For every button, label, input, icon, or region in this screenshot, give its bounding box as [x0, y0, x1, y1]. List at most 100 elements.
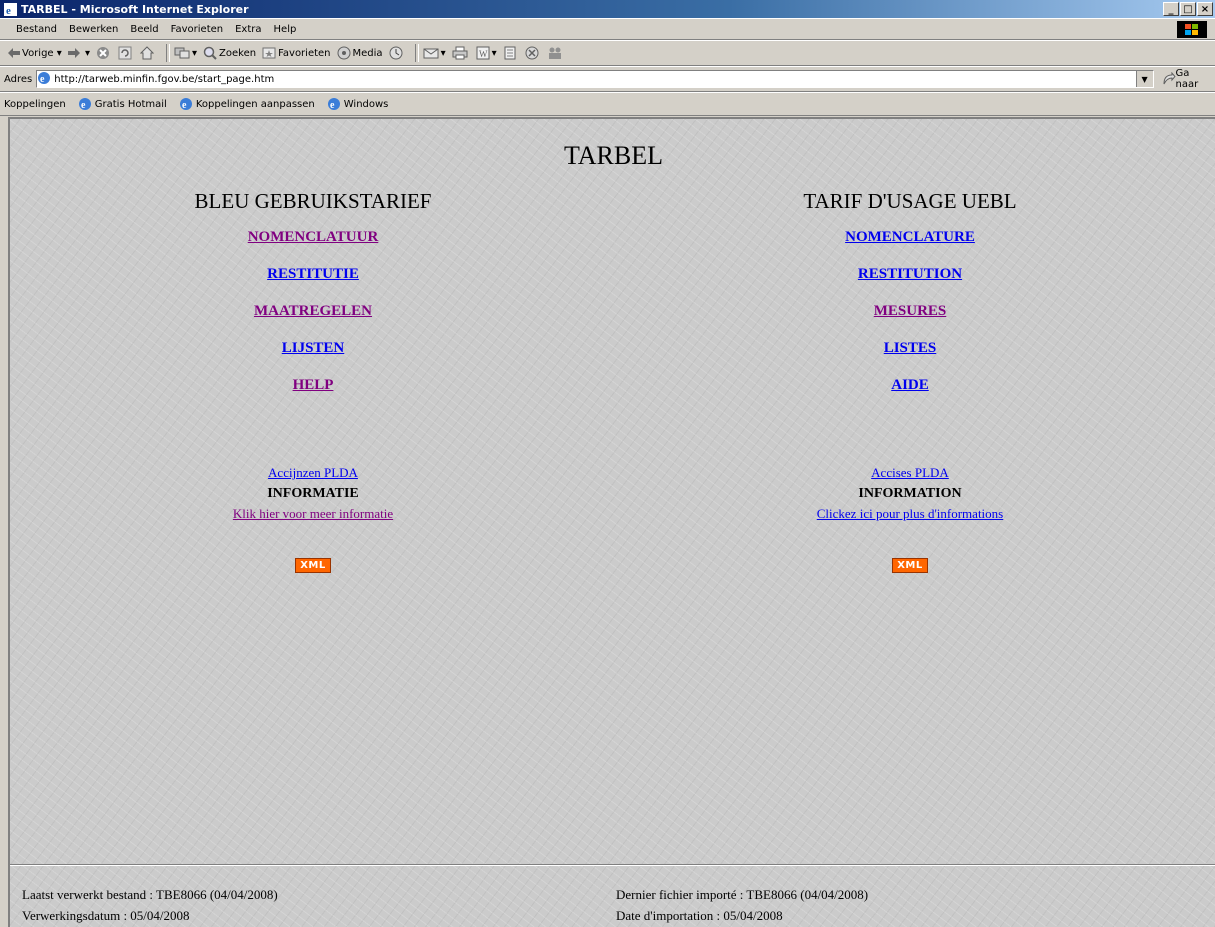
menu-item-beeld[interactable]: Beeld — [124, 24, 164, 35]
page-icon: e — [37, 71, 51, 88]
left-heading: BLEU GEBRUIKSTARIEF — [194, 189, 432, 213]
link-nomenclature[interactable]: NOMENCLATURE — [610, 226, 1210, 263]
window-title: TARBEL - Microsoft Internet Explorer — [21, 2, 249, 16]
maximize-button[interactable]: □ — [1180, 2, 1196, 16]
page-icon: e — [78, 98, 91, 111]
menu-bar: Bestand Bewerken Beeld Favorieten Extra … — [0, 18, 1215, 40]
toolbar-separator — [165, 44, 170, 62]
menu-item-favorieten[interactable]: Favorieten — [165, 24, 229, 35]
menu-item-bestand[interactable]: Bestand — [10, 24, 63, 35]
history-icon — [389, 46, 403, 60]
print-icon — [452, 46, 468, 60]
links-bar: Koppelingen e Gratis Hotmail e Koppeling… — [0, 92, 1215, 116]
processing-date: Verwerkingsdatum : 05/04/2008 — [22, 908, 190, 923]
back-button[interactable]: Vorige ▾ — [8, 48, 62, 59]
home-button[interactable] — [139, 46, 156, 60]
menu-item-bewerken[interactable]: Bewerken — [63, 24, 124, 35]
messenger-icon — [525, 46, 539, 60]
word-edit-icon: W — [476, 46, 490, 60]
link-maatregelen[interactable]: MAATREGELEN — [10, 300, 616, 337]
link-plus-informations[interactable]: Clickez ici pour plus d'informations — [817, 506, 1003, 521]
search-label: Zoeken — [219, 47, 257, 59]
page-content: TARBEL BLEU GEBRUIKSTARIEF NOMENCLATUUR … — [8, 117, 1215, 927]
favorites-button[interactable]: Favorieten — [262, 46, 331, 60]
svg-text:W: W — [479, 49, 488, 59]
media-button[interactable]: Media — [337, 46, 383, 60]
home-icon — [139, 46, 154, 60]
link-meer-informatie[interactable]: Klik hier voor meer informatie — [233, 506, 393, 521]
history-button[interactable] — [389, 46, 405, 60]
mail-icon — [423, 48, 439, 59]
print-button[interactable] — [452, 46, 470, 60]
close-button[interactable]: × — [1197, 2, 1213, 16]
footer-right: Dernier fichier importé : TBE8066 (04/04… — [616, 884, 868, 926]
search-button[interactable]: Zoeken — [203, 46, 256, 60]
messenger-button[interactable] — [525, 46, 541, 60]
stop-button[interactable] — [96, 46, 112, 60]
discuss-icon — [174, 47, 190, 59]
toolbar-separator — [414, 44, 419, 62]
link-restitution[interactable]: RESTITUTION — [610, 263, 1210, 300]
notes-icon — [504, 46, 516, 60]
menu-item-help[interactable]: Help — [268, 24, 303, 35]
link-label: Windows — [343, 98, 389, 110]
go-arrow-icon — [1163, 72, 1176, 85]
edit-button[interactable]: W ▾ — [476, 46, 497, 60]
address-bar: Adres e http://tarweb.minfin.fgov.be/sta… — [0, 66, 1215, 92]
link-koppelingen-aanpassen[interactable]: e Koppelingen aanpassen — [179, 97, 315, 111]
media-icon — [337, 46, 351, 60]
right-info-heading: INFORMATION — [858, 486, 962, 501]
link-help[interactable]: HELP — [10, 374, 616, 411]
minimize-button[interactable]: _ — [1163, 2, 1179, 16]
link-gratis-hotmail[interactable]: e Gratis Hotmail — [78, 97, 167, 111]
link-mesures[interactable]: MESURES — [610, 300, 1210, 337]
svg-text:e: e — [40, 74, 45, 85]
link-listes[interactable]: LISTES — [610, 337, 1210, 374]
link-lijsten[interactable]: LIJSTEN — [10, 337, 616, 374]
windows-logo-icon — [1177, 21, 1207, 38]
page-icon: e — [327, 98, 340, 111]
mail-button[interactable]: ▾ — [423, 46, 446, 60]
research-button[interactable] — [547, 46, 565, 60]
discuss-button[interactable]: ▾ — [174, 46, 197, 60]
footer-left: Laatst verwerkt bestand : TBE8066 (04/04… — [22, 884, 278, 926]
links-label: Koppelingen — [4, 98, 66, 110]
svg-text:e: e — [81, 100, 86, 111]
address-input[interactable]: e http://tarweb.minfin.fgov.be/start_pag… — [36, 70, 1154, 88]
left-column: BLEU GEBRUIKSTARIEF NOMENCLATUUR RESTITU… — [10, 189, 616, 573]
go-button[interactable]: Ga naar — [1162, 68, 1215, 90]
link-nomenclatuur[interactable]: NOMENCLATUUR — [10, 226, 616, 263]
last-imported-file: Dernier fichier importé : TBE8066 (04/04… — [616, 887, 869, 902]
xml-feed-button[interactable]: XML — [295, 558, 331, 573]
favorites-label: Favorieten — [278, 47, 331, 59]
media-label: Media — [352, 47, 383, 59]
refresh-icon — [118, 46, 132, 60]
last-processed-file: Laatst verwerkt bestand : TBE8066 (04/04… — [22, 887, 278, 902]
ie-logo-icon: e — [3, 2, 17, 16]
forward-button[interactable]: ▾ — [67, 48, 90, 59]
address-dropdown-icon[interactable]: ▼ — [1135, 71, 1153, 87]
window-title-bar[interactable]: e TARBEL - Microsoft Internet Explorer _… — [0, 0, 1215, 18]
search-icon — [203, 46, 217, 60]
svg-text:e: e — [330, 100, 335, 111]
link-label: Koppelingen aanpassen — [195, 98, 315, 110]
standard-toolbar: Vorige ▾ ▾ ▾ Zoeken Favorieten Media ▾ W… — [0, 40, 1215, 66]
people-icon — [548, 47, 561, 59]
menu-item-extra[interactable]: Extra — [229, 24, 267, 35]
left-info-heading: INFORMATIE — [267, 486, 359, 501]
xml-feed-button[interactable]: XML — [892, 558, 928, 573]
link-accijnzen-plda[interactable]: Accijnzen PLDA — [268, 465, 358, 480]
link-label: Gratis Hotmail — [94, 98, 167, 110]
right-heading: TARIF D'USAGE UEBL — [803, 189, 1017, 213]
link-restitutie[interactable]: RESTITUTIE — [10, 263, 616, 300]
link-aide[interactable]: AIDE — [610, 374, 1210, 411]
import-date: Date d'importation : 05/04/2008 — [616, 908, 783, 923]
svg-text:e: e — [6, 5, 11, 16]
discussion-button[interactable] — [503, 46, 519, 60]
link-accises-plda[interactable]: Accises PLDA — [871, 465, 949, 480]
address-label: Adres — [4, 73, 33, 85]
footer-divider — [10, 864, 1215, 866]
refresh-button[interactable] — [118, 46, 134, 60]
favorites-icon — [262, 47, 276, 59]
link-windows[interactable]: e Windows — [327, 97, 389, 111]
